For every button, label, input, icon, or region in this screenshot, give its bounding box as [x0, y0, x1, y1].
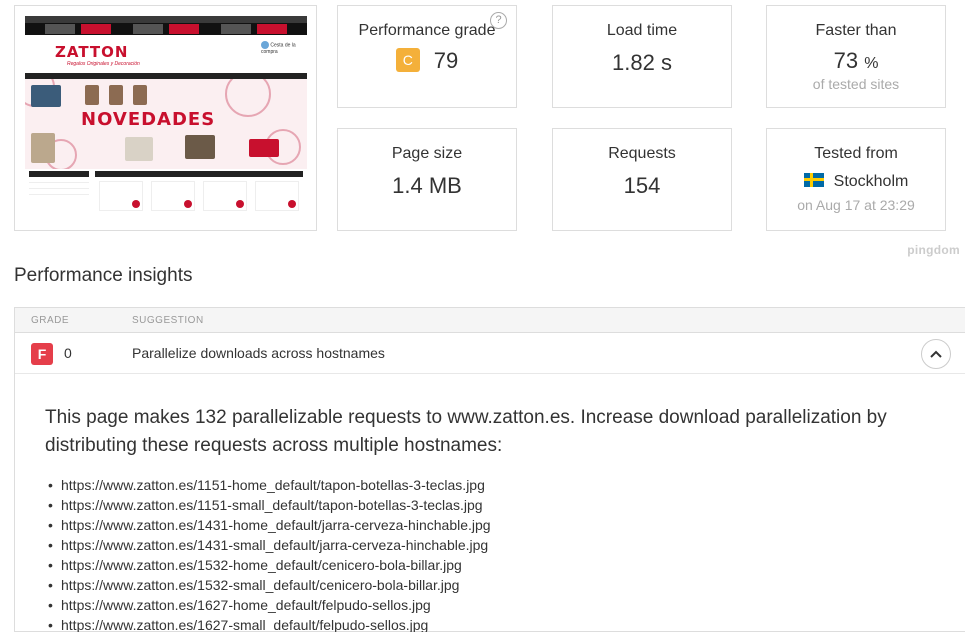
- insight-row[interactable]: F 0 Parallelize downloads across hostnam…: [15, 333, 965, 374]
- performance-grade-label: Performance grade: [358, 22, 496, 39]
- performance-grade-value: 79: [433, 48, 459, 73]
- test-date: on Aug 17 at 23:29: [797, 197, 915, 213]
- cart-icon: [261, 41, 269, 49]
- faster-than-value: 73: [833, 48, 859, 73]
- url-list: https://www.zatton.es/1151-home_default/…: [45, 475, 945, 632]
- thumbnail-logo: ZATTON: [55, 43, 129, 61]
- performance-insights-title: Performance insights: [14, 265, 193, 286]
- test-location: Stockholm: [833, 173, 909, 190]
- url-list-item: https://www.zatton.es/1532-home_default/…: [45, 555, 945, 575]
- pingdom-logo: pingdom: [907, 243, 960, 257]
- requests-label: Requests: [608, 145, 676, 162]
- faster-than-sub: of tested sites: [812, 76, 900, 92]
- suggestion-column-header: SUGGESTION: [132, 315, 204, 326]
- url-list-item: https://www.zatton.es/1431-home_default/…: [45, 515, 945, 535]
- insight-suggestion: Parallelize downloads across hostnames: [132, 345, 385, 361]
- url-list-item: https://www.zatton.es/1627-home_default/…: [45, 595, 945, 615]
- grade-column-header: GRADE: [31, 315, 70, 326]
- thumbnail-logo-tagline: Regalos Originales y Decoración: [67, 61, 140, 67]
- grade-f-badge: F: [31, 343, 53, 365]
- faster-than-card: Faster than 73 % of tested sites: [766, 5, 946, 108]
- website-screenshot: ZATTON Regalos Originales y Decoración C…: [25, 16, 307, 221]
- sweden-flag-icon: [803, 172, 824, 187]
- percent-unit: %: [864, 55, 879, 72]
- insight-description: This page makes 132 parallelizable reque…: [45, 407, 887, 456]
- tested-from-card: Tested from Stockholm on Aug 17 at 23:29: [766, 128, 946, 231]
- url-list-item: https://www.zatton.es/1431-small_default…: [45, 535, 945, 555]
- insight-score: 0: [64, 345, 72, 361]
- requests-value: 154: [623, 173, 661, 198]
- load-time-card: Load time 1.82 s: [552, 5, 732, 108]
- collapse-button[interactable]: [921, 339, 951, 369]
- grade-letter-badge: C: [395, 48, 420, 73]
- help-icon[interactable]: ?: [490, 12, 507, 29]
- page-size-label: Page size: [391, 145, 463, 162]
- page-size-card: Page size 1.4 MB: [337, 128, 517, 231]
- faster-than-label: Faster than: [815, 22, 897, 39]
- url-list-item: https://www.zatton.es/1151-home_default/…: [45, 475, 945, 495]
- thumbnail-cart: Cesta de la compra: [261, 41, 296, 55]
- chevron-up-icon: [930, 350, 942, 359]
- performance-grade-card: ? Performance grade C 79: [337, 5, 517, 108]
- tested-from-label: Tested from: [814, 145, 898, 162]
- page-size-value: 1.4 MB: [392, 173, 462, 198]
- insight-detail: This page makes 132 parallelizable reque…: [45, 404, 945, 632]
- table-header: GRADE SUGGESTION: [15, 308, 965, 333]
- thumbnail-banner-title: NOVEDADES: [81, 109, 216, 130]
- website-screenshot-card: ZATTON Regalos Originales y Decoración C…: [14, 5, 317, 231]
- requests-card: Requests 154: [552, 128, 732, 231]
- url-list-item: https://www.zatton.es/1532-small_default…: [45, 575, 945, 595]
- load-time-value: 1.82 s: [612, 50, 672, 75]
- url-list-item: https://www.zatton.es/1151-small_default…: [45, 495, 945, 515]
- url-list-item: https://www.zatton.es/1627-small_default…: [45, 615, 945, 632]
- insights-table: GRADE SUGGESTION F 0 Parallelize downloa…: [14, 307, 965, 632]
- load-time-label: Load time: [606, 22, 678, 39]
